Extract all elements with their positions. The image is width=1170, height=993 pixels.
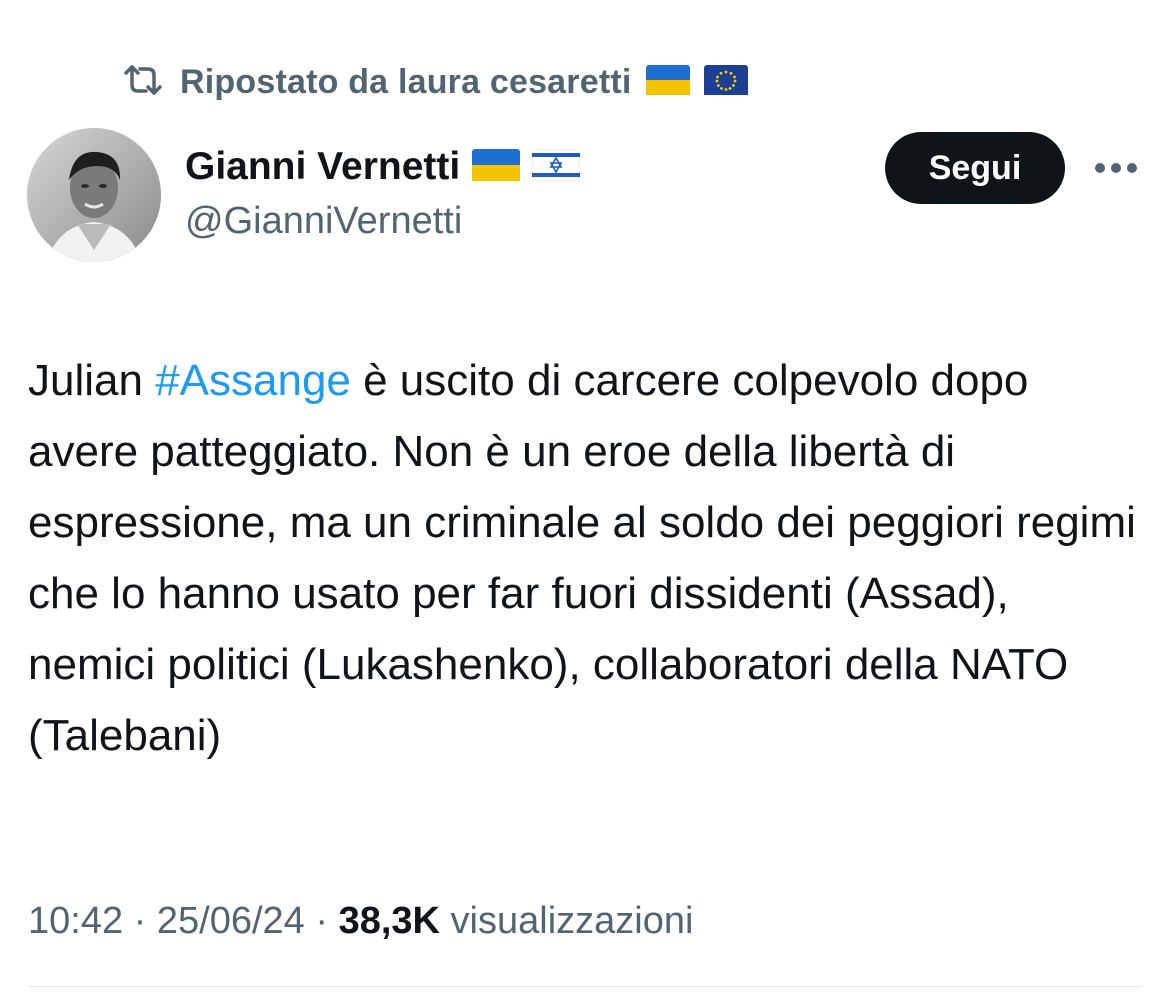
tweet-text: Julian #Assange è uscito di carcere colp… [28,345,1138,771]
flag-ukraine-icon [645,64,690,100]
repost-label[interactable]: Ripostato da laura cesaretti [180,63,632,102]
follow-button[interactable]: Segui [885,132,1065,204]
tweet-time[interactable]: 10:42 [28,900,123,943]
more-dots-icon[interactable] [1092,150,1140,186]
flag-ukraine-icon [472,148,521,186]
meta-separator: · [123,900,157,942]
tweet-meta: 10:42 · 25/06/24 · 38,3K visualizzazioni [28,900,693,943]
author-display-name[interactable]: Gianni Vernetti [185,145,460,189]
tweet-date[interactable]: 25/06/24 [157,900,305,943]
avatar-photo [27,128,161,262]
avatar[interactable] [27,128,161,262]
flag-israel-icon [532,148,581,186]
repost-icon [120,63,166,102]
author-name-row[interactable]: Gianni Vernetti [185,145,581,189]
tweet-text-part: Julian [28,356,156,405]
views-count: 38,3K [338,900,440,942]
repost-header[interactable]: Ripostato da laura cesaretti [120,60,748,104]
views-label: visualizzazioni [439,900,694,942]
divider [28,986,1142,987]
tweet-text-part: è uscito di carcere colpevolo dopo avere… [28,356,1136,760]
meta-separator: · [304,900,339,942]
flag-eu-icon [703,64,748,100]
author-handle[interactable]: @GianniVernetti [185,200,462,243]
hashtag-link[interactable]: #Assange [155,356,351,405]
